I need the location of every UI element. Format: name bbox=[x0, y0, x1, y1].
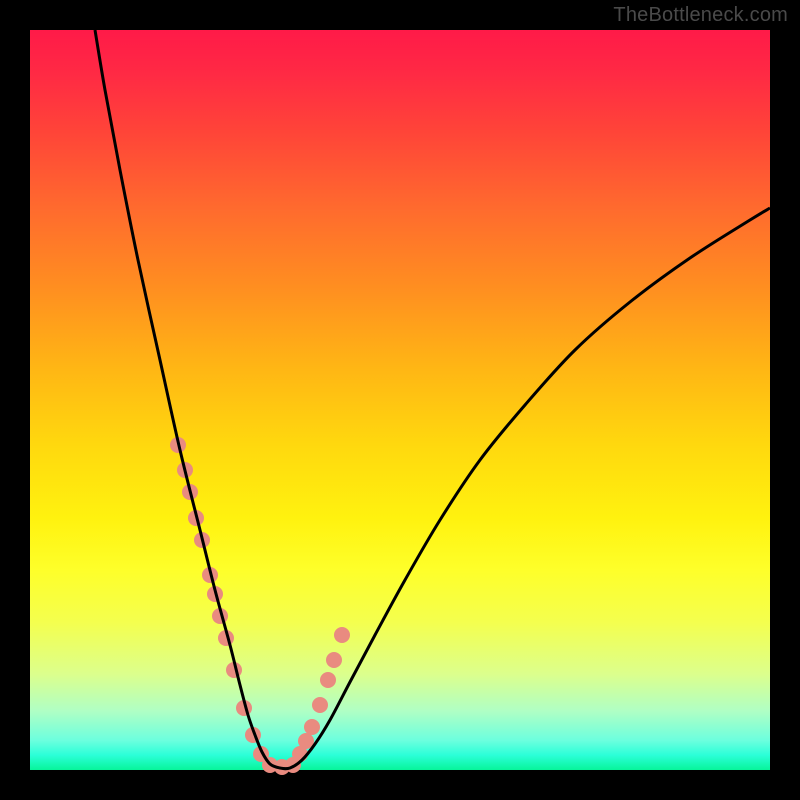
highlight-dot bbox=[304, 719, 320, 735]
highlight-dot bbox=[334, 627, 350, 643]
highlight-dot bbox=[326, 652, 342, 668]
highlight-dot bbox=[312, 697, 328, 713]
chart-frame: TheBottleneck.com bbox=[0, 0, 800, 800]
plot-area bbox=[30, 30, 770, 770]
highlight-dot bbox=[320, 672, 336, 688]
chart-svg bbox=[30, 30, 770, 770]
highlight-dots-layer bbox=[170, 437, 350, 775]
bottleneck-curve bbox=[95, 30, 770, 769]
watermark-text: TheBottleneck.com bbox=[613, 4, 788, 27]
